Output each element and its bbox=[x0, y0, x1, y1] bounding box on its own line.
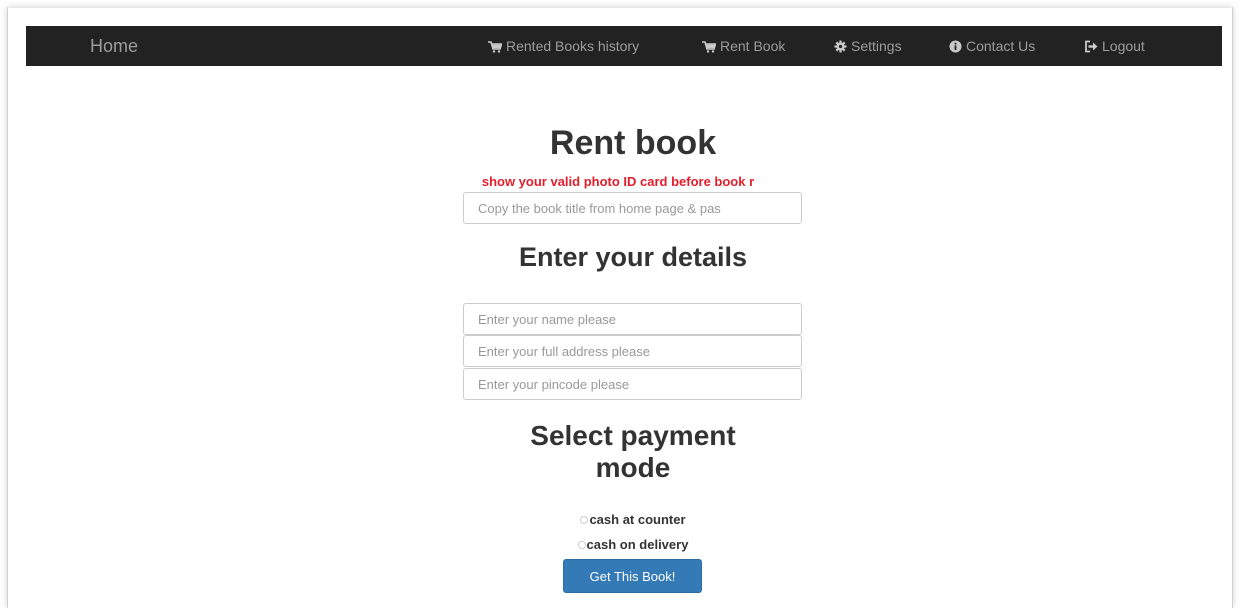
nav-contact-us-label: Contact Us bbox=[966, 38, 1036, 54]
address-input[interactable] bbox=[463, 335, 802, 367]
nav-rented-books-history-label: Rented Books history bbox=[506, 38, 640, 54]
nav-settings-label: Settings bbox=[851, 38, 902, 54]
home-link[interactable]: Home bbox=[90, 26, 138, 66]
page-title: Rent book bbox=[549, 124, 717, 162]
photo-id-warning: show your valid photo ID card before boo… bbox=[463, 174, 803, 192]
nav-rent-book-label: Rent Book bbox=[720, 38, 786, 54]
logout-icon bbox=[1085, 40, 1098, 53]
cart-icon bbox=[702, 41, 716, 53]
photo-id-warning-text: show your valid photo ID card before boo… bbox=[481, 174, 755, 189]
payment-heading: Select payment mode bbox=[463, 420, 803, 484]
details-heading: Enter your details bbox=[518, 242, 748, 272]
nav-contact-us[interactable]: Contact Us bbox=[949, 26, 1035, 66]
nav-logout[interactable]: Logout bbox=[1084, 26, 1145, 66]
name-input[interactable] bbox=[463, 303, 802, 335]
cash-at-counter-radio[interactable] bbox=[580, 516, 589, 524]
payment-heading-line2: mode bbox=[595, 452, 671, 483]
book-title-input[interactable] bbox=[463, 192, 802, 224]
cash-at-counter-label: cash at counter bbox=[589, 512, 686, 527]
gear-icon bbox=[834, 40, 847, 53]
nav-rented-books-history[interactable]: Rented Books history bbox=[488, 26, 639, 66]
info-circle-icon bbox=[949, 40, 962, 53]
nav-logout-label: Logout bbox=[1102, 38, 1145, 54]
pincode-input[interactable] bbox=[463, 368, 802, 400]
nav-rent-book[interactable]: Rent Book bbox=[702, 26, 785, 66]
get-this-book-button[interactable]: Get This Book! bbox=[563, 559, 702, 593]
payment-option-cash-at-counter[interactable]: cash at counter bbox=[463, 512, 803, 527]
cash-on-delivery-label: cash on delivery bbox=[586, 537, 689, 552]
cash-on-delivery-radio[interactable] bbox=[577, 541, 586, 549]
nav-settings[interactable]: Settings bbox=[834, 26, 902, 66]
top-navbar: Home Rented Books history Rent Book Sett… bbox=[26, 26, 1222, 66]
payment-option-cash-on-delivery[interactable]: cash on delivery bbox=[463, 537, 803, 552]
cart-icon bbox=[488, 41, 502, 53]
payment-heading-line1: Select payment bbox=[530, 420, 736, 451]
